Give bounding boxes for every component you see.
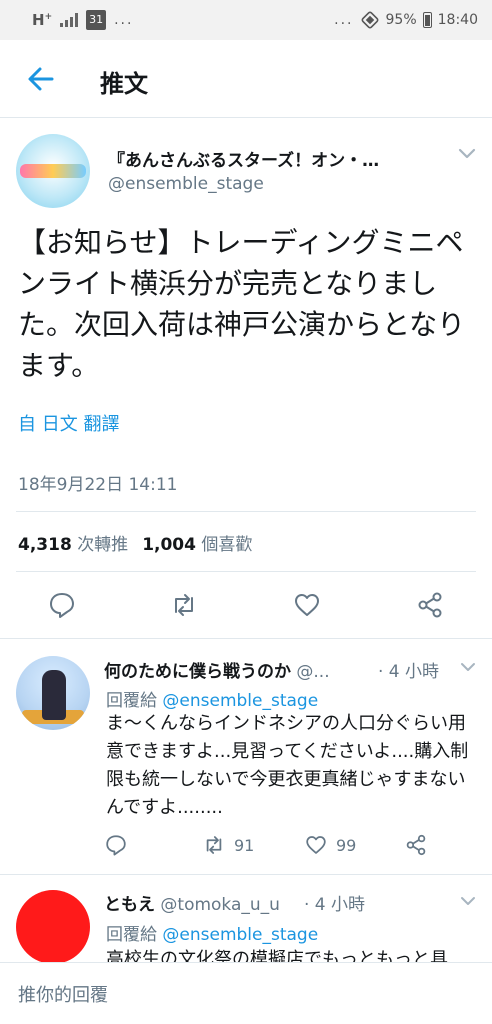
status-bar: H+ 31 ... ... 95% 18:40 xyxy=(0,0,492,40)
network-type-indicator: H+ xyxy=(32,11,53,29)
like-count-label: 個喜歡 xyxy=(201,535,253,555)
reply-like-count: 99 xyxy=(336,835,357,855)
reply-to-line: 回覆給 @ensemble_stage xyxy=(106,686,318,711)
like-button[interactable]: 99 xyxy=(304,832,356,858)
avatar[interactable] xyxy=(16,134,90,208)
signal-icon xyxy=(60,13,79,27)
divider xyxy=(16,571,476,572)
divider xyxy=(16,511,476,512)
chevron-down-icon[interactable] xyxy=(460,896,476,906)
reply-text: ま〜くんならインドネシアの人口分ぐらい用意できますよ...見習ってくださいよ..… xyxy=(106,713,469,818)
retweet-count-label: 次轉推 xyxy=(77,535,129,555)
status-more: ... xyxy=(334,12,354,28)
reply-icon[interactable] xyxy=(47,590,77,620)
retweet-count-group[interactable]: 4,318 次轉推 xyxy=(18,530,128,555)
tweet-actions xyxy=(0,584,492,628)
share-icon[interactable] xyxy=(415,590,445,620)
avatar[interactable] xyxy=(16,656,90,730)
author-display-name[interactable]: 『あんさんぶるスターズ！オン・… xyxy=(108,146,438,171)
reply-display-name: 何のために僕ら戦うのか xyxy=(104,662,291,682)
reply-button[interactable] xyxy=(104,832,128,858)
chevron-down-icon[interactable] xyxy=(460,662,476,672)
reply-to-mention[interactable]: @ensemble_stage xyxy=(162,925,318,945)
reply-time: · 4 小時 xyxy=(304,895,366,915)
share-icon xyxy=(406,834,426,856)
chevron-down-icon[interactable] xyxy=(458,148,476,160)
brand-logo xyxy=(20,164,86,178)
battery-icon xyxy=(422,12,432,28)
engagement-counts: 4,318 次轉推 1,004 個喜歡 xyxy=(18,530,252,555)
reply-icon xyxy=(106,835,126,856)
app-header: 推文 xyxy=(0,40,492,118)
author-handle[interactable]: @ensemble_stage xyxy=(108,174,264,194)
reply-to-mention[interactable]: @ensemble_stage xyxy=(162,691,318,711)
clock: 18:40 xyxy=(437,12,478,28)
reply-to-prefix: 回覆給 xyxy=(106,925,157,945)
reply-to-line: 回覆給 @ensemble_stage xyxy=(106,920,318,945)
rotation-lock-icon xyxy=(361,11,378,29)
calendar-icon: 31 xyxy=(86,10,107,30)
heart-icon[interactable] xyxy=(292,590,322,620)
retweet-icon[interactable] xyxy=(169,590,199,620)
reply-retweet-count: 91 xyxy=(234,835,255,855)
like-count-group[interactable]: 1,004 個喜歡 xyxy=(142,530,252,555)
avatar[interactable] xyxy=(16,890,90,964)
retweet-icon xyxy=(206,836,222,854)
tweet-timestamp: 18年9月22日 14:11 xyxy=(18,475,178,495)
reply-handle: @... xyxy=(296,662,330,682)
reply-compose-bar[interactable]: 推你的回覆 xyxy=(0,962,492,1024)
status-bar-left: H+ 31 ... xyxy=(32,10,133,30)
like-count: 1,004 xyxy=(142,535,196,555)
status-bar-right: ... 95% 18:40 xyxy=(334,10,478,30)
reply-to-prefix: 回覆給 xyxy=(106,691,157,711)
section-separator xyxy=(0,874,492,875)
reply-author[interactable]: 何のために僕ら戦うのか @... xyxy=(104,657,374,682)
reply-time: · 4 小時 xyxy=(378,662,440,682)
tweet-text: 【お知らせ】トレーディングミニペンライト横浜分が完売となりました。次回入荷は神戸… xyxy=(18,226,466,382)
translate-link[interactable]: 自 日文 翻譯 xyxy=(18,410,119,436)
reply-author[interactable]: ともえ @tomoka_u_u xyxy=(104,890,304,915)
heart-icon xyxy=(306,836,326,854)
reply-input[interactable]: 推你的回覆 xyxy=(18,981,108,1007)
retweet-button[interactable]: 91 xyxy=(202,832,254,858)
reply-display-name: ともえ xyxy=(104,895,155,915)
battery-percent: 95% xyxy=(385,12,417,28)
share-button[interactable] xyxy=(404,832,428,858)
page-title: 推文 xyxy=(100,70,148,98)
section-separator xyxy=(0,638,492,639)
arrow-left-icon[interactable] xyxy=(24,62,58,96)
notification-more: ... xyxy=(114,12,134,28)
reply-actions: 91 99 xyxy=(104,832,444,860)
reply-handle: @tomoka_u_u xyxy=(160,895,280,915)
retweet-count: 4,318 xyxy=(18,535,72,555)
